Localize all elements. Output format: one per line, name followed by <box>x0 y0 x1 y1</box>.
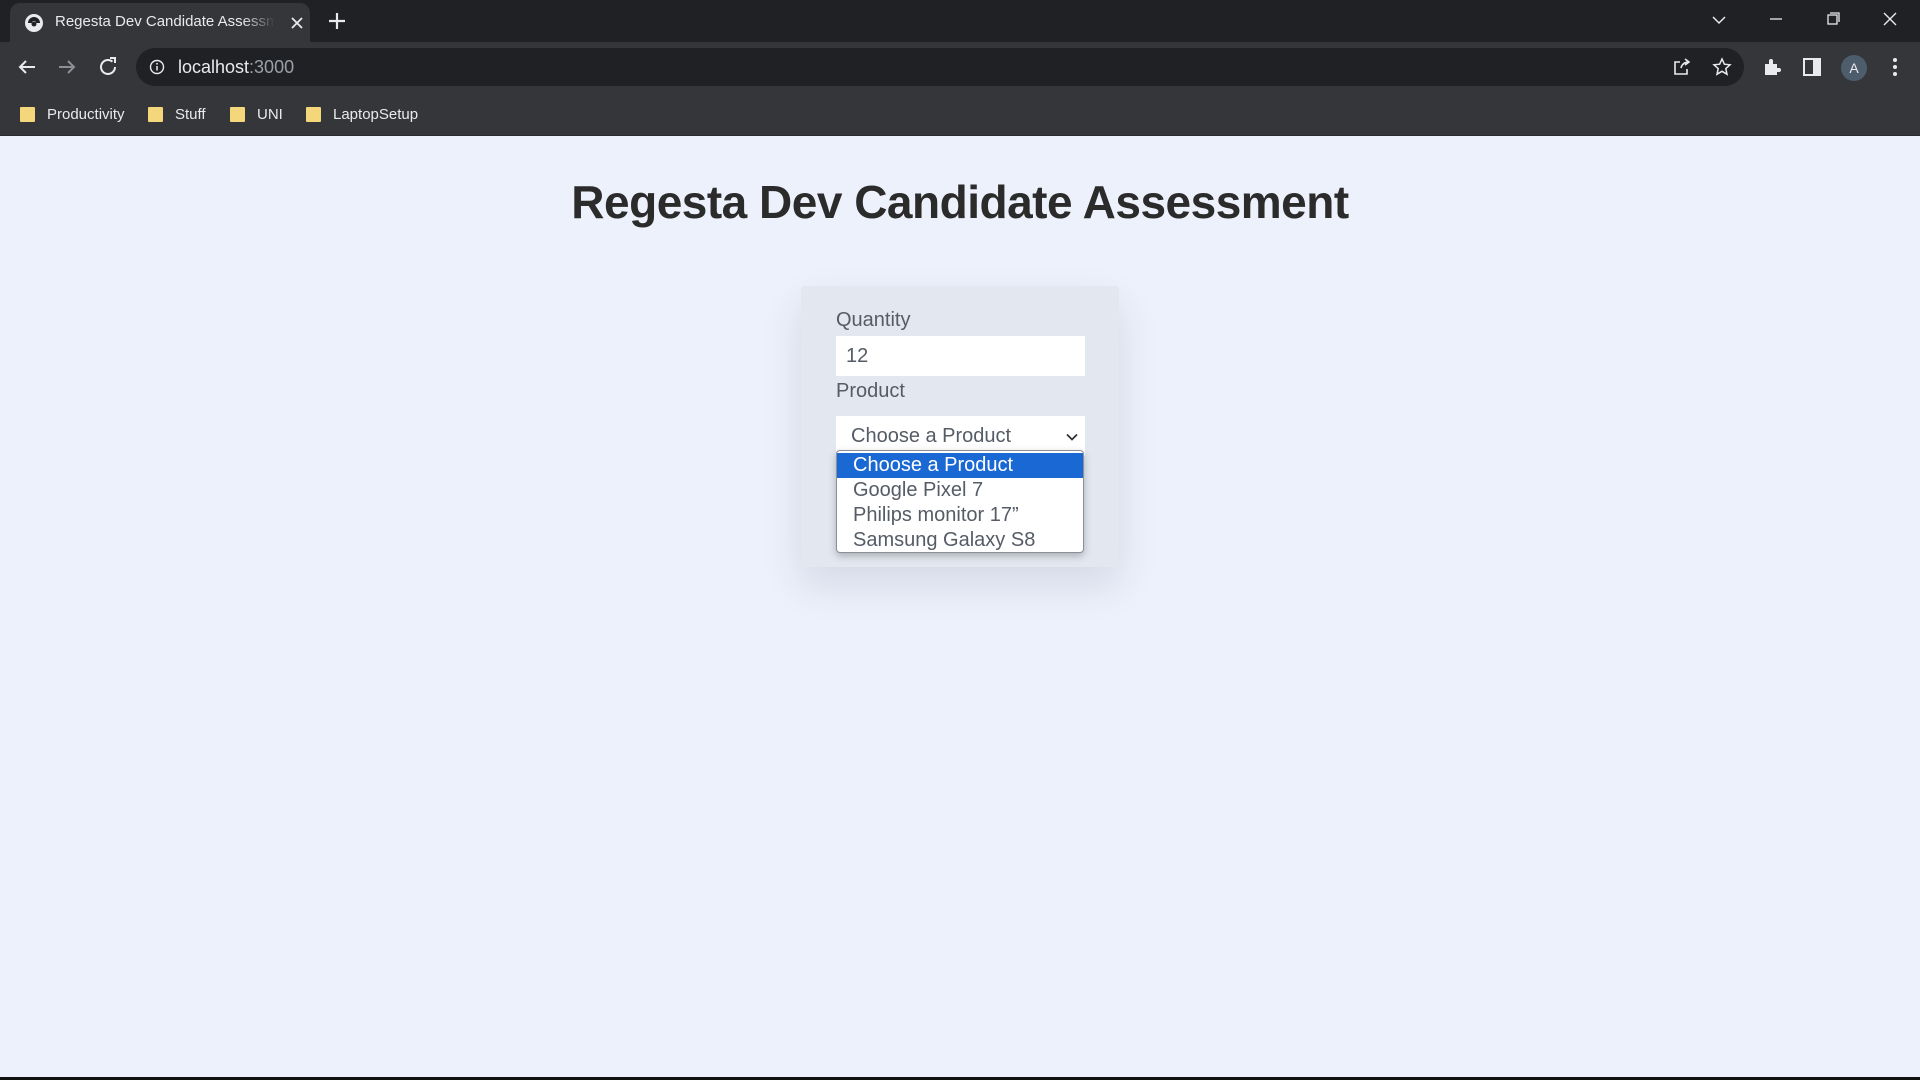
folder-icon <box>230 107 245 122</box>
tab-search-icon[interactable] <box>1697 6 1741 36</box>
browser-toolbar: localhost:3000 <box>0 42 1920 92</box>
menu-icon[interactable] <box>1883 55 1907 79</box>
back-icon[interactable] <box>15 55 39 79</box>
folder-icon <box>20 107 35 122</box>
address-bar[interactable]: localhost:3000 <box>136 48 1744 86</box>
active-tab[interactable]: Regesta Dev Candidate Assessment <box>10 3 310 42</box>
bookmark-productivity[interactable]: Productivity <box>20 103 125 125</box>
extensions-icon[interactable] <box>1760 55 1784 79</box>
forward-icon[interactable] <box>55 55 79 79</box>
product-option[interactable]: Google Pixel 7 <box>837 478 1083 503</box>
minimize-icon[interactable] <box>1754 6 1798 36</box>
bookmark-label: Productivity <box>47 105 125 123</box>
close-tab-icon[interactable] <box>288 14 306 32</box>
quantity-label: Quantity <box>836 309 911 331</box>
restore-icon[interactable] <box>1811 6 1855 36</box>
quantity-input[interactable] <box>836 336 1085 376</box>
bookmark-label: UNI <box>257 105 283 123</box>
bookmarks-bar: Productivity Stuff UNI LaptopSetup <box>0 92 1920 136</box>
folder-icon <box>306 107 321 122</box>
reload-icon[interactable] <box>96 55 120 79</box>
tab-title: Regesta Dev Candidate Assessment <box>55 13 275 30</box>
product-label: Product <box>836 380 905 402</box>
share-icon[interactable] <box>1672 57 1692 77</box>
favicon-icon <box>25 14 43 32</box>
chevron-down-icon <box>1066 433 1078 441</box>
bookmark-laptopsetup[interactable]: LaptopSetup <box>306 103 418 125</box>
bookmark-stuff[interactable]: Stuff <box>148 103 206 125</box>
new-tab-icon[interactable] <box>325 9 349 33</box>
bookmark-star-icon[interactable] <box>1712 57 1732 77</box>
bookmark-label: LaptopSetup <box>333 105 419 123</box>
url-text: localhost:3000 <box>178 57 294 78</box>
folder-icon <box>148 107 163 122</box>
site-info-icon[interactable] <box>149 59 165 75</box>
side-panel-icon[interactable] <box>1800 55 1824 79</box>
tab-strip: Regesta Dev Candidate Assessment <box>0 0 1920 42</box>
product-option[interactable]: Choose a Product <box>837 453 1083 478</box>
bookmark-uni[interactable]: UNI <box>230 103 283 125</box>
product-select-value: Choose a Product <box>851 425 1012 447</box>
profile-avatar[interactable]: A <box>1841 55 1867 81</box>
product-dropdown-list: Choose a Product Google Pixel 7 Philips … <box>836 450 1084 553</box>
url-port: :3000 <box>249 57 295 77</box>
product-option[interactable]: Samsung Galaxy S8 <box>837 528 1083 552</box>
bookmark-label: Stuff <box>175 105 206 123</box>
page-title: Regesta Dev Candidate Assessment <box>571 176 1349 228</box>
product-option[interactable]: Philips monitor 17” <box>837 503 1083 528</box>
close-window-icon[interactable] <box>1868 6 1912 36</box>
url-host: localhost <box>178 57 250 77</box>
